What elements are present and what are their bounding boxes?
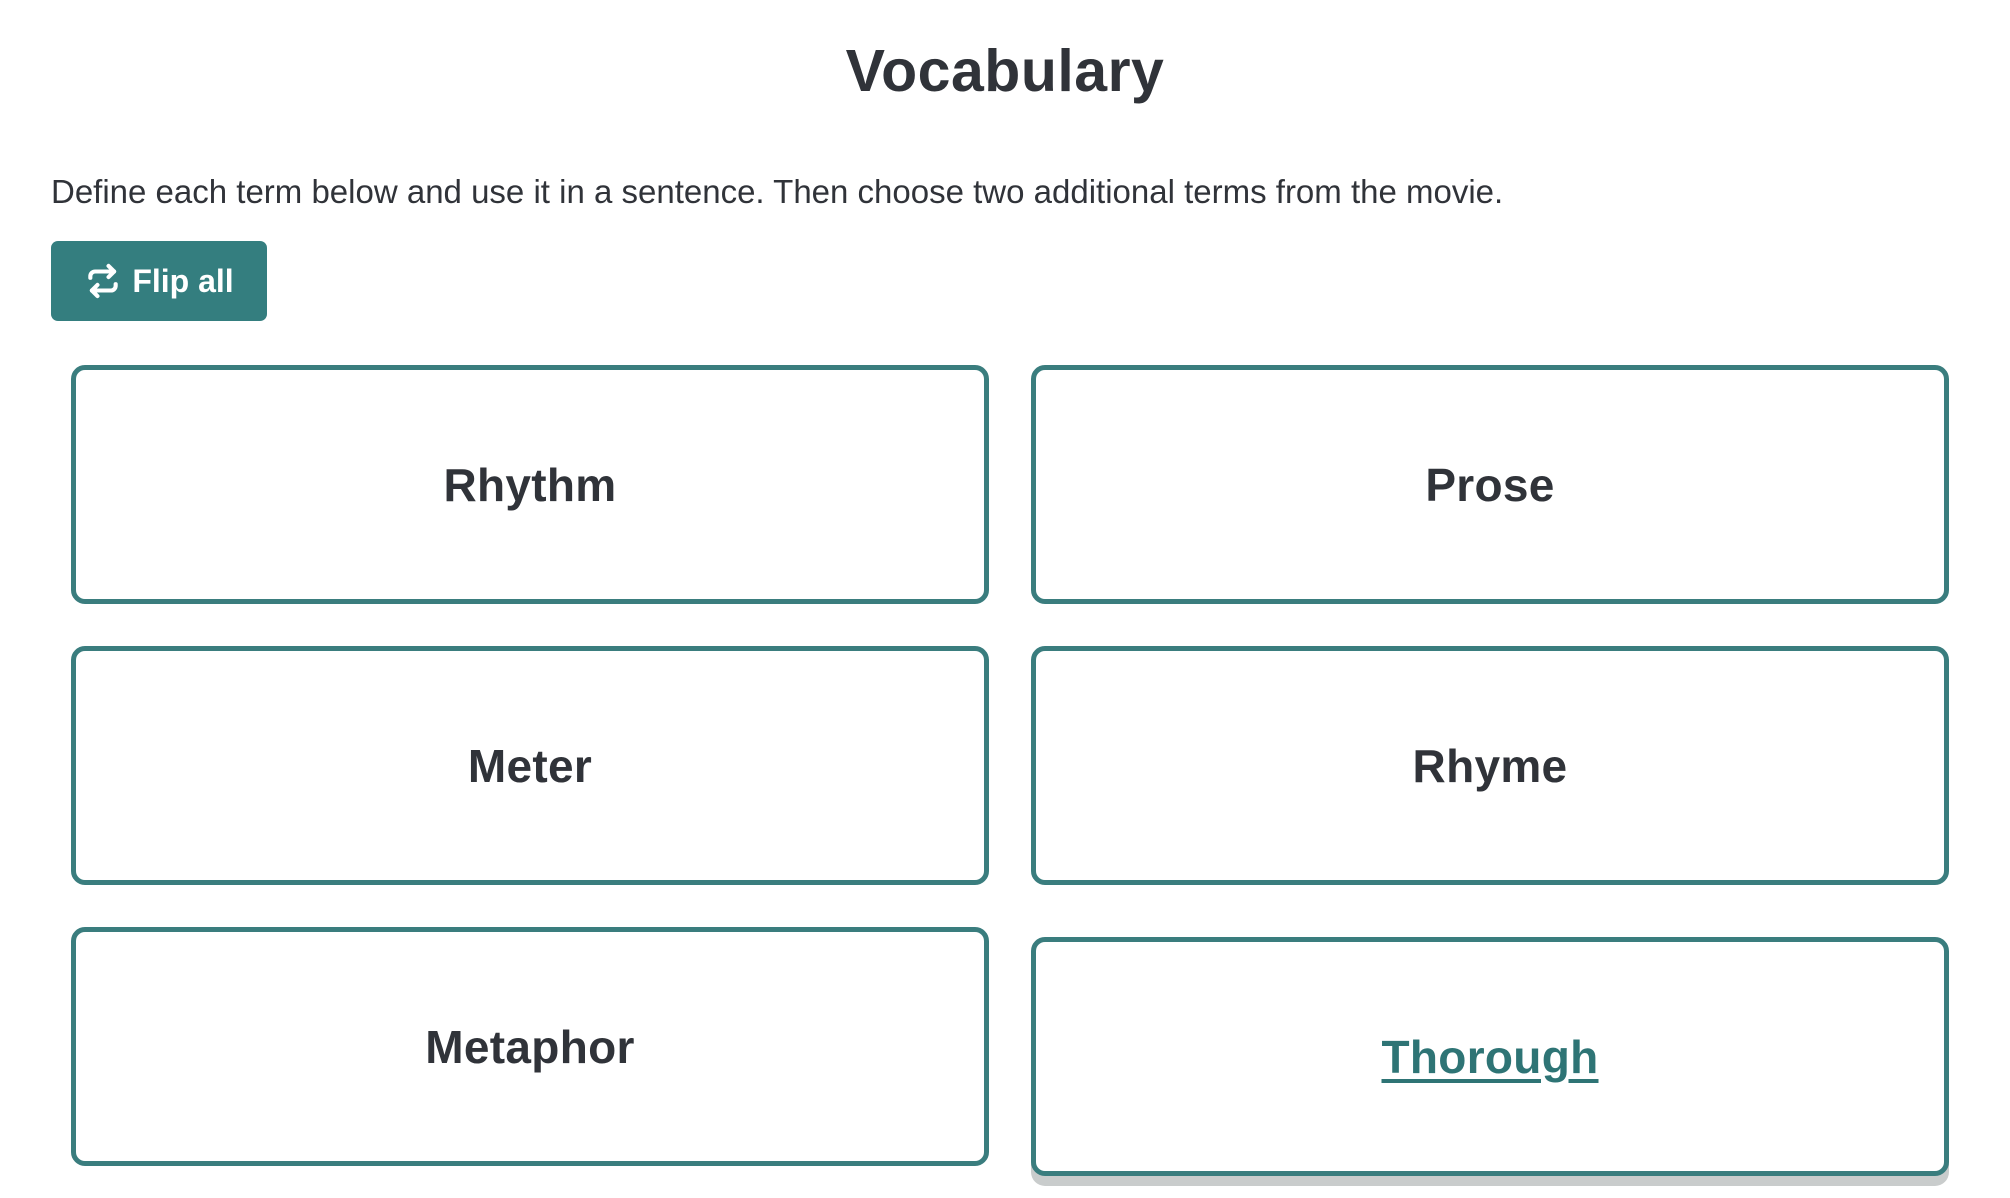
card-term: Meter [467, 739, 593, 792]
flip-icon [84, 262, 122, 300]
flashcard-metaphor[interactable]: Metaphor [71, 927, 989, 1166]
flashcard-meter[interactable]: Meter [71, 646, 989, 885]
flashcard-rhythm[interactable]: Rhythm [71, 365, 989, 604]
card-term: Rhythm [443, 458, 617, 511]
flashcard-prose[interactable]: Prose [1031, 365, 1949, 604]
vocabulary-page: Vocabulary Define each term below and us… [0, 0, 2010, 1198]
flashcard-thorough[interactable]: Thorough [1031, 937, 1949, 1176]
card-term: Prose [1425, 458, 1555, 511]
card-term: Rhyme [1412, 739, 1568, 792]
page-title: Vocabulary [845, 38, 1165, 104]
flashcard-rhyme[interactable]: Rhyme [1031, 646, 1949, 885]
card-term: Metaphor [425, 1020, 635, 1073]
card-term: Thorough [1381, 1030, 1599, 1083]
instructions-text: Define each term below and use it in a s… [51, 173, 1504, 210]
flip-all-label: Flip all [132, 262, 234, 299]
flip-all-button[interactable]: Flip all [51, 241, 267, 321]
